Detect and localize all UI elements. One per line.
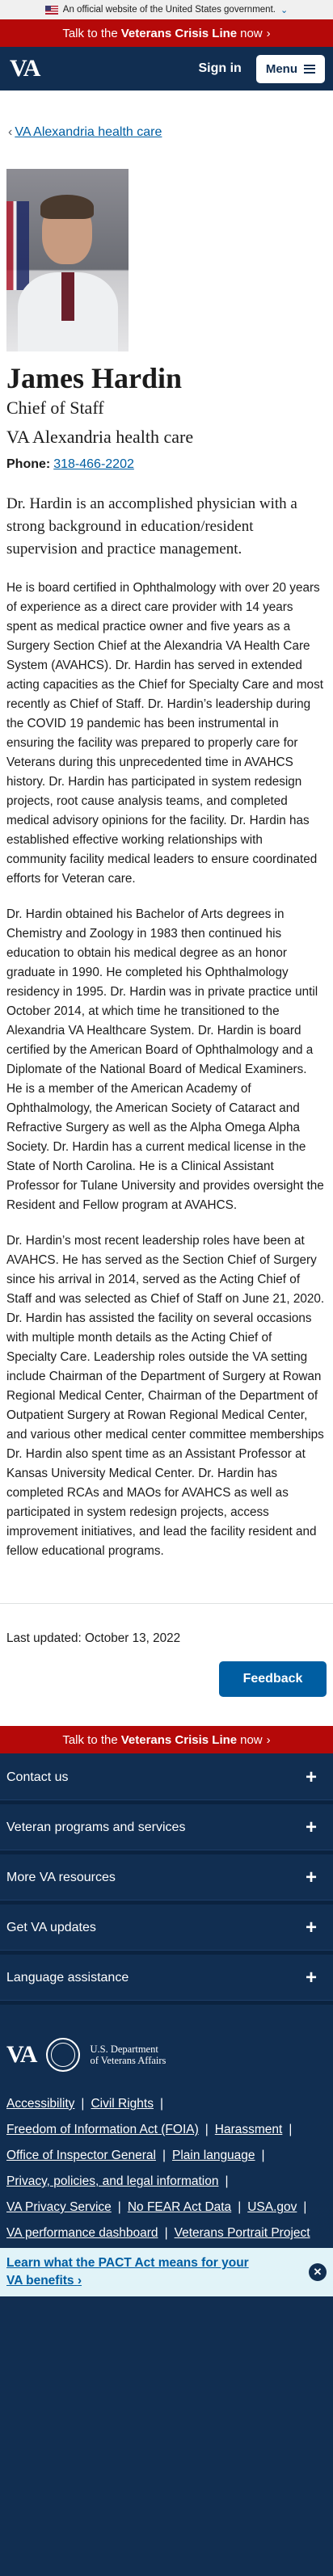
sign-in-button[interactable]: Sign in	[199, 61, 242, 76]
plus-icon: +	[305, 1966, 317, 1989]
photo-flag	[6, 201, 29, 290]
footer-logo-row[interactable]: VA U.S. Department of Veterans Affairs	[0, 2006, 333, 2072]
hamburger-icon	[304, 64, 315, 74]
phone-label: Phone:	[6, 457, 51, 471]
va-privacy-service-link[interactable]: VA Privacy Service	[6, 2200, 112, 2214]
footer-crisis-line-banner[interactable]: Talk to the Veterans Crisis Line now ›	[0, 1726, 333, 1753]
accordion-label: Language assistance	[6, 1970, 129, 1985]
profile-photo	[6, 169, 129, 351]
crisis-line-name: Veterans Crisis Line	[120, 26, 238, 40]
close-icon[interactable]: ✕	[309, 2263, 327, 2281]
divider	[0, 1603, 333, 1604]
performance-dashboard-link[interactable]: VA performance dashboard	[6, 2226, 158, 2240]
dept-line-1: U.S. Department	[90, 2044, 158, 2055]
plus-icon: +	[305, 1766, 317, 1788]
crisis-suffix: now	[240, 26, 263, 40]
crisis-line-name: Veterans Crisis Line	[120, 1732, 238, 1747]
crisis-prefix: Talk to the	[62, 1732, 118, 1747]
accordion-label: Veteran programs and services	[6, 1820, 186, 1834]
crisis-suffix: now	[240, 1732, 263, 1747]
bio-paragraph: He is board certified in Ophthalmology w…	[6, 581, 323, 886]
accordion-veteran-programs[interactable]: Veteran programs and services +	[0, 1805, 333, 1854]
pact-act-text: Learn what the PACT Act means for your V…	[6, 2256, 249, 2288]
phone-row: Phone: 318-466-2202	[6, 457, 333, 472]
bio-paragraph: Dr. Hardin obtained his Bachelor of Arts…	[6, 907, 324, 1212]
accordion-contact-us[interactable]: Contact us +	[0, 1755, 333, 1804]
menu-button[interactable]: Menu	[255, 54, 325, 83]
crisis-prefix: Talk to the	[62, 26, 118, 40]
phone-link[interactable]: 318-466-2202	[53, 457, 134, 471]
privacy-link[interactable]: Privacy, policies, and legal information	[6, 2174, 218, 2188]
photo-tie	[61, 272, 74, 321]
accordion-label: Get VA updates	[6, 1920, 96, 1934]
last-updated: Last updated: October 13, 2022	[6, 1631, 181, 1645]
portrait-project-link[interactable]: Veterans Portrait Project	[175, 2226, 310, 2240]
harassment-link[interactable]: Harassment	[215, 2123, 283, 2136]
accordion-more-resources[interactable]: More VA resources +	[0, 1855, 333, 1905]
accordion-label: More VA resources	[6, 1870, 116, 1884]
photo-hair	[40, 195, 94, 219]
crisis-line-banner[interactable]: Talk to the Veterans Crisis Line now ›	[0, 19, 333, 47]
accordion-language-assistance[interactable]: Language assistance +	[0, 1955, 333, 2005]
chevron-down-icon: ⌄	[280, 5, 289, 15]
accordion-get-updates[interactable]: Get VA updates +	[0, 1905, 333, 1955]
accordion-label: Contact us	[6, 1770, 69, 1784]
page-title: James Hardin	[6, 362, 183, 394]
plain-language-link[interactable]: Plain language	[172, 2149, 255, 2162]
accessibility-link[interactable]: Accessibility	[6, 2097, 74, 2111]
oig-link[interactable]: Office of Inspector General	[6, 2149, 156, 2162]
bio-paragraph: Dr. Hardin’s most recent leadership role…	[6, 1234, 325, 1558]
pact-act-banner: Learn what the PACT Act means for your V…	[0, 2248, 333, 2296]
chevron-right-icon: ›	[77, 2274, 82, 2288]
footer-va-logo: VA	[6, 2041, 37, 2068]
chevron-right-icon: ›	[266, 1732, 271, 1747]
department-name: U.S. Department of Veterans Affairs	[90, 2044, 166, 2066]
official-gov-banner[interactable]: An official website of the United States…	[0, 0, 333, 19]
no-fear-link[interactable]: No FEAR Act Data	[128, 2200, 231, 2214]
intro-text: Dr. Hardin is an accomplished physician …	[6, 495, 297, 558]
facility-name: VA Alexandria health care	[6, 427, 194, 447]
foia-link[interactable]: Freedom of Information Act (FOIA)	[6, 2123, 199, 2136]
dept-line-2: of Veterans Affairs	[90, 2055, 166, 2066]
us-flag-icon	[44, 5, 58, 15]
site-header: VA Sign in Menu	[0, 47, 333, 90]
site-footer: Contact us + Veteran programs and servic…	[0, 1753, 333, 2576]
pact-act-link[interactable]: Learn what the PACT Act means for your V…	[6, 2254, 265, 2290]
breadcrumb: ‹ VA Alexandria health care	[0, 125, 333, 140]
menu-label: Menu	[265, 61, 297, 76]
va-logo[interactable]: VA	[10, 55, 40, 82]
job-title: Chief of Staff	[6, 398, 104, 418]
footer-links: Accessibility | Civil Rights | Freedom of I…	[6, 2097, 310, 2240]
breadcrumb-link[interactable]: VA Alexandria health care	[15, 125, 162, 139]
plus-icon: +	[305, 1816, 317, 1838]
civil-rights-link[interactable]: Civil Rights	[91, 2097, 154, 2111]
plus-icon: +	[305, 1866, 317, 1888]
chevron-right-icon: ›	[266, 26, 271, 40]
plus-icon: +	[305, 1916, 317, 1938]
chevron-left-icon: ‹	[8, 125, 13, 139]
va-seal-icon	[46, 2038, 81, 2072]
gov-banner-text: An official website of the United States…	[62, 5, 276, 15]
feedback-button[interactable]: Feedback	[219, 1661, 327, 1697]
usagov-link[interactable]: USA.gov	[247, 2200, 297, 2214]
